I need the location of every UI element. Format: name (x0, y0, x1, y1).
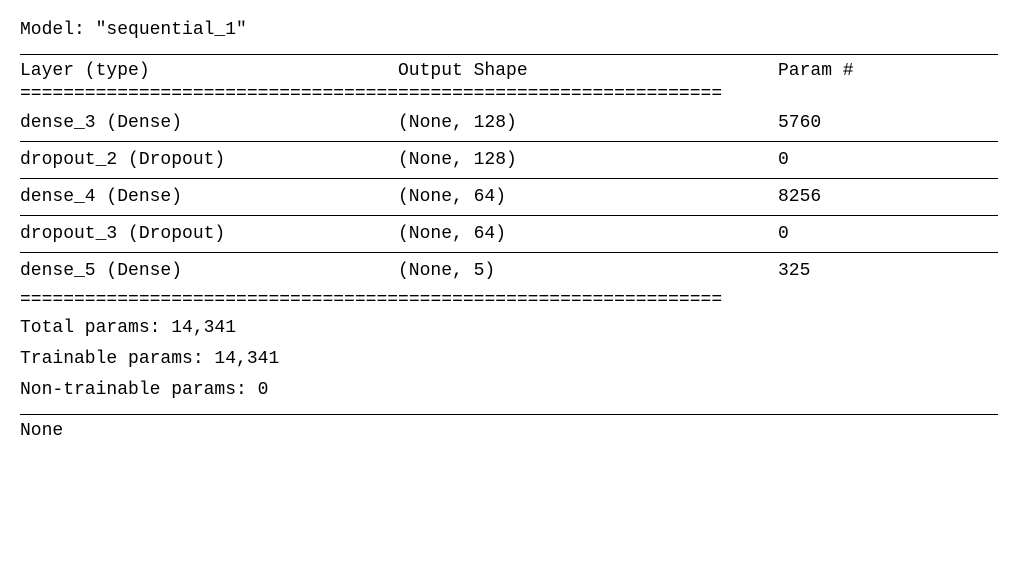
layer-name: dropout_2 (Dropout) (20, 150, 398, 170)
layer-name: dense_3 (Dense) (20, 113, 398, 133)
table-row: dense_3 (Dense) (None, 128) 5760 (20, 105, 998, 141)
layer-shape: (None, 128) (398, 113, 778, 133)
table-row: dense_5 (Dense) (None, 5) 325 (20, 253, 998, 289)
double-divider-top: ========================================… (20, 85, 998, 103)
total-params: Total params: 14,341 (20, 311, 994, 342)
header-param: Param # (778, 61, 998, 81)
table-row: dropout_3 (Dropout) (None, 64) 0 (20, 216, 998, 252)
none-output: None (20, 415, 994, 441)
header-output-shape: Output Shape (398, 61, 778, 81)
double-divider-bottom: ========================================… (20, 291, 998, 309)
layer-params: 5760 (778, 113, 998, 133)
layer-params: 325 (778, 261, 998, 281)
layer-name: dense_4 (Dense) (20, 187, 398, 207)
layer-params: 0 (778, 150, 998, 170)
table-row: dropout_2 (Dropout) (None, 128) 0 (20, 142, 998, 178)
layer-name: dropout_3 (Dropout) (20, 224, 398, 244)
table-row: dense_4 (Dense) (None, 64) 8256 (20, 179, 998, 215)
layer-shape: (None, 5) (398, 261, 778, 281)
layer-shape: (None, 64) (398, 187, 778, 207)
model-title: Model: "sequential_1" (20, 20, 994, 40)
trainable-params: Trainable params: 14,341 (20, 342, 994, 373)
layer-params: 8256 (778, 187, 998, 207)
layer-shape: (None, 128) (398, 150, 778, 170)
header-row: Layer (type) Output Shape Param # (20, 55, 998, 83)
layer-params: 0 (778, 224, 998, 244)
layer-shape: (None, 64) (398, 224, 778, 244)
header-layer: Layer (type) (20, 61, 398, 81)
layer-name: dense_5 (Dense) (20, 261, 398, 281)
nontrainable-params: Non-trainable params: 0 (20, 373, 994, 404)
